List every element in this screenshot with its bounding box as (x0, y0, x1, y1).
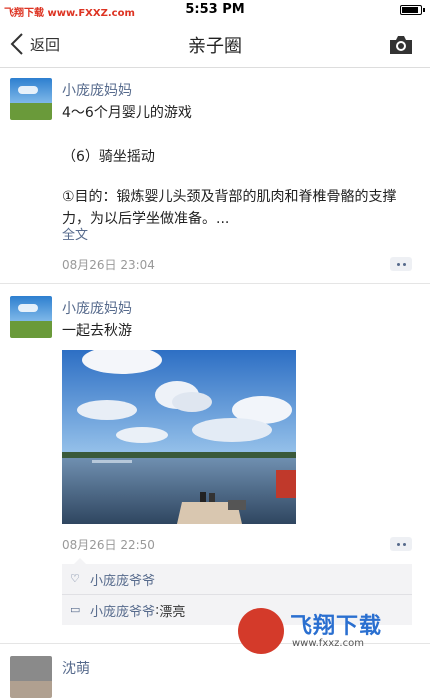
comment-text: 漂亮 (159, 604, 186, 620)
battery-icon (400, 5, 425, 15)
camera-icon[interactable] (388, 34, 414, 56)
logo-icon (238, 608, 284, 654)
post-username[interactable]: 小庞庞妈妈 (62, 298, 132, 318)
watermark-title: 飞翔下载 (290, 614, 383, 639)
post-text-line: （6）骑坐摇动 (62, 149, 155, 165)
moment-post: 小庞庞妈妈 一起去秋游 08月26日 22:50 ♡ 小庞庞爷爷 ▭ 小庞庞爷爷… (0, 284, 430, 644)
watermark-url: www.fxxz.com (292, 638, 364, 649)
lake-photo (62, 350, 296, 524)
post-text: 一起去秋游 (62, 323, 132, 339)
watermark-logo: 飞翔下载 www.fxxz.com (232, 602, 422, 662)
post-photo[interactable] (62, 350, 296, 524)
status-time: 5:53 PM (185, 2, 245, 17)
more-actions-button[interactable] (390, 257, 412, 271)
avatar[interactable] (10, 78, 52, 120)
moment-post: 小庞庞妈妈 4～6个月婴儿的游戏 （6）骑坐摇动 ①目的：锻炼婴儿头颈及背部的肌… (0, 68, 430, 284)
avatar[interactable] (10, 296, 52, 338)
post-time: 08月26日 23:04 (62, 258, 155, 272)
avatar[interactable] (10, 656, 52, 698)
likes-row: ♡ 小庞庞爷爷 (62, 564, 412, 594)
post-username[interactable]: 沈萌 (62, 658, 90, 678)
full-text-link[interactable]: 全文 (62, 224, 88, 243)
status-bar: 飞翔下载 www.FXXZ.com 5:53 PM (0, 0, 430, 20)
post-text-line: ①目的：锻炼婴儿头颈及背部的肌肉和脊椎骨骼的支撑力，为以后学坐做准备。... (62, 189, 397, 227)
heart-icon: ♡ (70, 572, 80, 585)
comment-icon: ▭ (70, 603, 81, 616)
like-user[interactable]: 小庞庞爷爷 (90, 570, 155, 589)
post-text-line: 4～6个月婴儿的游戏 (62, 105, 192, 121)
post-username[interactable]: 小庞庞妈妈 (62, 80, 132, 100)
page-title: 亲子圈 (188, 36, 242, 57)
comment-user[interactable]: 小庞庞爷爷 (90, 601, 155, 620)
more-actions-button[interactable] (390, 537, 412, 551)
nav-bar: 返回 亲子圈 (0, 20, 430, 68)
moments-feed: 小庞庞妈妈 4～6个月婴儿的游戏 （6）骑坐摇动 ①目的：锻炼婴儿头颈及背部的肌… (0, 68, 430, 698)
post-time: 08月26日 22:50 (62, 538, 155, 552)
